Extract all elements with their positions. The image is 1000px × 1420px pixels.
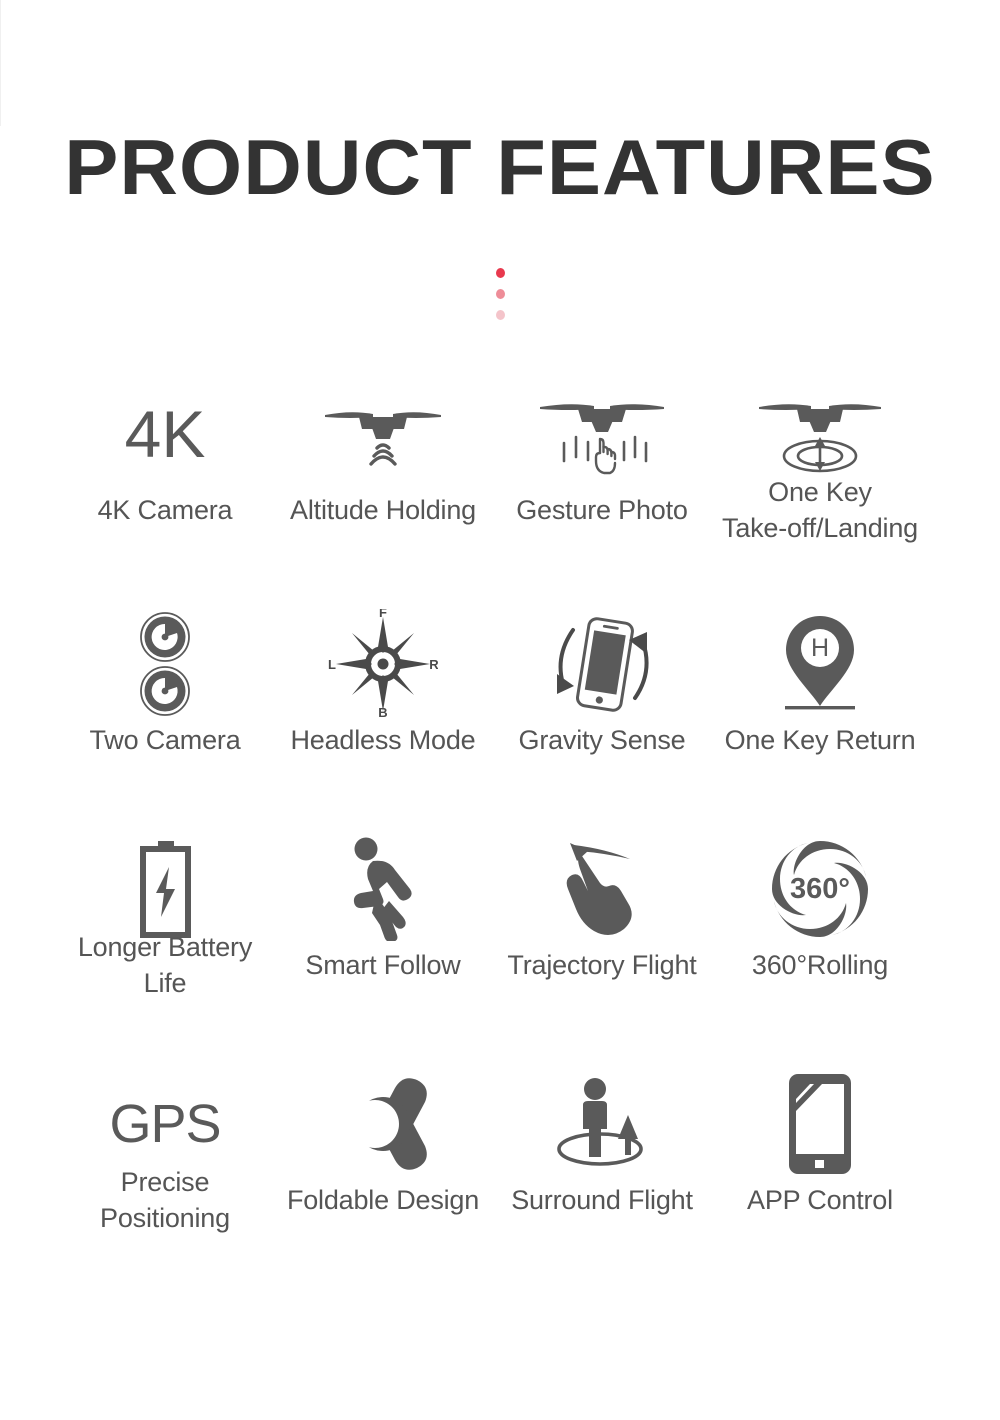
feature-label-line-1: Longer Battery: [77, 932, 253, 962]
decorative-dots: [0, 268, 1000, 320]
dot-2: [495, 289, 505, 299]
feature-row-2: Two Camera F B L R Headless Mode Gravity…: [0, 609, 1000, 835]
feature-360-rolling[interactable]: 360° 360°Rolling: [695, 835, 945, 1070]
product-features-page: PRODUCT FEATURES 4K 4K Camera Altitude H…: [0, 0, 1000, 1420]
360-swirl-icon: 360°: [695, 835, 945, 943]
home-map-pin-icon: H: [695, 610, 945, 718]
feature-label-line-1: One Key: [768, 477, 872, 507]
feature-label: 360°Rolling: [751, 950, 889, 980]
feature-label-line-1: Precise: [120, 1167, 210, 1197]
feature-row-1: 4K 4K Camera Altitude Holding Gesture Ph…: [0, 380, 1000, 610]
feature-one-key-return[interactable]: H One Key Return: [695, 610, 945, 835]
gps-icon-text: GPS: [109, 1094, 221, 1154]
drone-takeoff-landing-icon: [695, 380, 945, 488]
drone-signal-icon: [258, 380, 508, 488]
running-person-icon: [258, 835, 508, 943]
feature-one-key-takeoff-landing[interactable]: One Key Take-off/Landing: [695, 380, 945, 610]
feature-label-line-2: Take-off/Landing: [722, 513, 918, 544]
4k-icon-text: 4K: [124, 397, 206, 471]
feature-label: One Key Take-off/Landing: [685, 474, 955, 546]
compass-left-label: L: [328, 657, 336, 672]
top-band: [0, 0, 1000, 126]
compass-front-label: F: [379, 609, 387, 620]
feature-app-control[interactable]: APP Control: [695, 1070, 945, 1300]
helipad-h-label: H: [811, 634, 829, 662]
dual-lens-icon: [40, 610, 290, 718]
feature-row-4: GPS Precise Positioning Foldable Design …: [0, 1070, 1000, 1300]
drone-hand-gesture-icon: [477, 380, 727, 488]
feature-label-line-2: Life: [143, 968, 187, 999]
gps-text-icon: GPS: [40, 1070, 290, 1178]
battery-bolt-icon: [40, 835, 290, 943]
dot-3: [495, 310, 505, 320]
dot-1: [495, 268, 505, 278]
compass-rose-icon: F B L R: [258, 609, 508, 719]
feature-label: One Key Return: [724, 725, 916, 755]
person-orbit-icon: [477, 1070, 727, 1178]
features-grid: 4K 4K Camera Altitude Holding Gesture Ph…: [0, 380, 1000, 1300]
compass-right-label: R: [429, 657, 438, 672]
feature-label: APP Control: [747, 1185, 893, 1215]
4k-text-icon: 4K: [40, 380, 290, 488]
compass-back-label: B: [378, 705, 387, 719]
hand-draw-path-icon: [477, 835, 727, 943]
feature-row-3: Longer Battery Life Smart Follow Traject…: [0, 835, 1000, 1070]
smartphone-icon: [695, 1070, 945, 1178]
rolling-degrees-text: 360°: [790, 873, 850, 905]
phone-tilt-rotation-icon: [477, 610, 727, 718]
feature-label-line-2: Positioning: [100, 1203, 230, 1234]
foldable-propeller-icon: [258, 1070, 508, 1178]
page-title: PRODUCT FEATURES: [64, 123, 936, 211]
